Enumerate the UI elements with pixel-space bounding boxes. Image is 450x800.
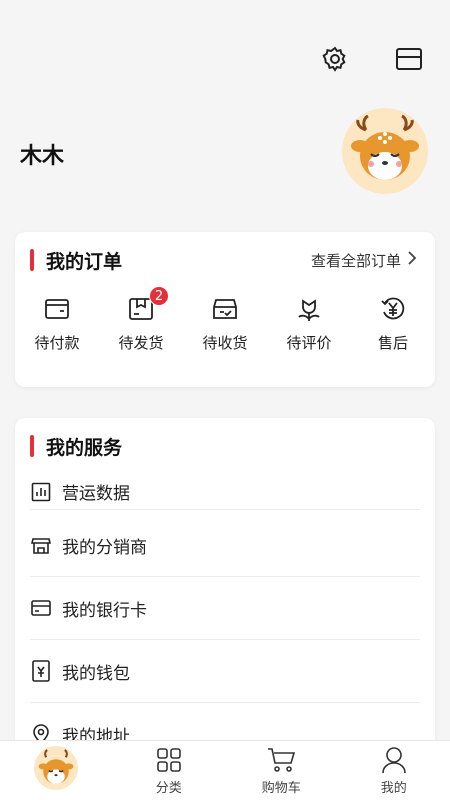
service-label: 我的银行卡: [62, 600, 147, 621]
accent-bar: [30, 435, 34, 457]
top-actions: [320, 44, 424, 74]
yuan-return-icon: [378, 294, 408, 324]
avatar[interactable]: [342, 108, 428, 194]
gear-icon[interactable]: [320, 44, 350, 74]
order-after-sales[interactable]: 售后: [357, 294, 429, 353]
orders-card: 我的订单 查看全部订单 待付款 2 待发货 待收货 待评价 售后: [15, 232, 435, 387]
bank-card-icon: [30, 597, 52, 619]
accent-bar: [30, 249, 34, 271]
store-icon: [30, 534, 52, 556]
tab-mine[interactable]: 我的: [338, 741, 450, 800]
services-card: 我的服务 营运数据 我的分销商 我的银行卡 我的钱包 我的地址: [15, 418, 435, 758]
view-all-label: 查看全部订单: [310, 251, 401, 270]
user-name[interactable]: 木木: [20, 138, 64, 170]
service-label: 我的分销商: [62, 537, 147, 558]
deer-avatar: [34, 746, 79, 790]
flower-icon: [294, 294, 324, 324]
inbox-check-icon: [210, 294, 240, 324]
user-icon: [381, 745, 407, 775]
order-label: 待发货: [118, 334, 164, 352]
shipment-badge: 2: [149, 286, 169, 306]
service-label: 营运数据: [62, 484, 130, 504]
cart-icon: [267, 745, 296, 775]
tab-label: 分类: [155, 781, 182, 796]
tab-label: 购物车: [261, 781, 301, 796]
order-pending-receipt[interactable]: 待收货: [189, 294, 261, 353]
tab-label: 我的: [380, 781, 407, 796]
service-distributors[interactable]: 我的分销商: [30, 514, 420, 577]
wallet-icon: [30, 660, 52, 682]
order-label: 待付款: [34, 334, 80, 352]
order-label: 待评价: [286, 334, 332, 352]
chevron-right-icon: [407, 250, 417, 270]
service-label: 我的钱包: [62, 663, 130, 684]
view-all-orders-link[interactable]: 查看全部订单: [311, 250, 417, 271]
message-box-icon[interactable]: [394, 44, 424, 74]
order-pending-payment[interactable]: 待付款: [21, 294, 93, 353]
grid-icon: [156, 745, 182, 775]
chart-icon: [30, 481, 52, 503]
order-label: 待收货: [202, 334, 248, 352]
tab-cart[interactable]: 购物车: [225, 741, 338, 800]
service-bank-card[interactable]: 我的银行卡: [30, 577, 420, 640]
order-label: 售后: [377, 334, 408, 352]
service-wallet[interactable]: 我的钱包: [30, 640, 420, 703]
tab-bar: 分类 购物车 我的: [0, 740, 450, 800]
service-operation-data[interactable]: 营运数据: [30, 474, 420, 510]
order-pending-review[interactable]: 待评价: [273, 294, 345, 353]
services-title: 我的服务: [46, 436, 123, 459]
tab-home[interactable]: [0, 741, 113, 800]
order-pending-shipment[interactable]: 2 待发货: [105, 286, 177, 353]
wallet-card-icon: [42, 294, 72, 324]
tab-category[interactable]: 分类: [113, 741, 226, 800]
orders-title: 我的订单: [46, 250, 123, 273]
